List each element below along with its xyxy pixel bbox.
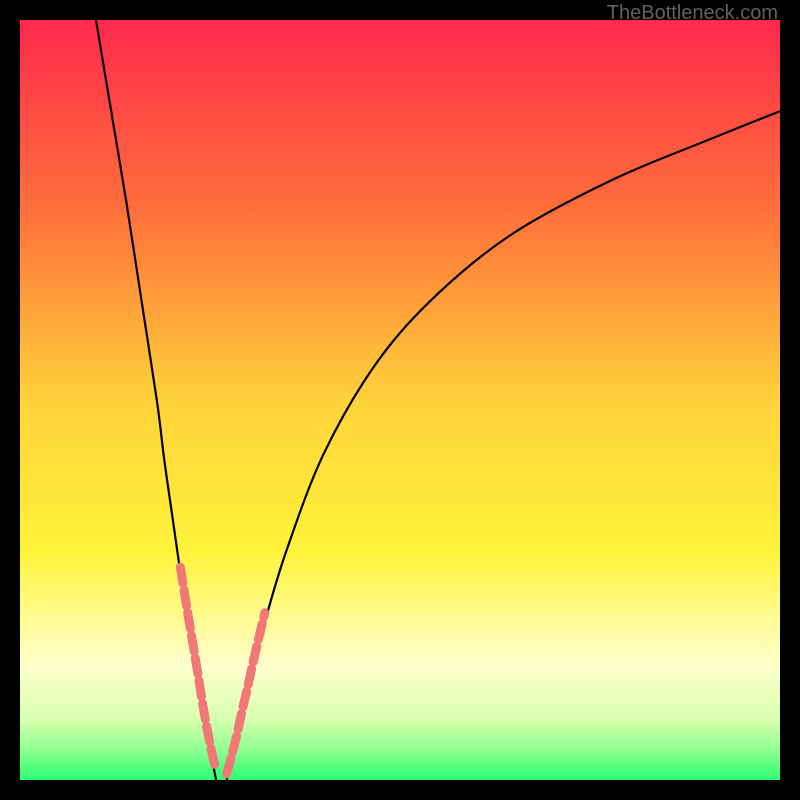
- outer-black-frame: TheBottleneck.com: [0, 0, 800, 800]
- plot-area: [20, 20, 780, 780]
- chart-svg: [20, 20, 780, 780]
- gradient-background: [20, 20, 780, 780]
- watermark-text: TheBottleneck.com: [607, 2, 778, 25]
